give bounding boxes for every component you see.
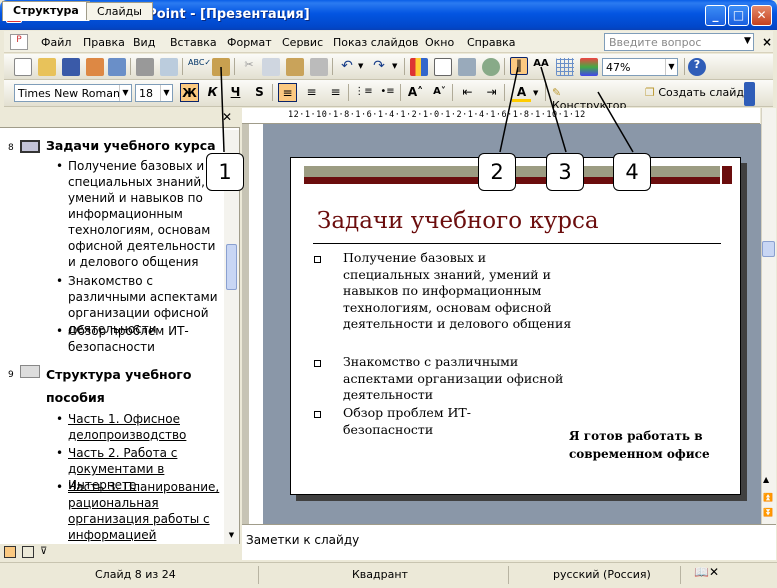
callout-3: 3 xyxy=(546,153,584,191)
callout-lines xyxy=(220,66,634,153)
callout-4: 4 xyxy=(613,153,651,191)
callout-2: 2 xyxy=(478,153,516,191)
callout-1: 1 xyxy=(206,153,244,191)
